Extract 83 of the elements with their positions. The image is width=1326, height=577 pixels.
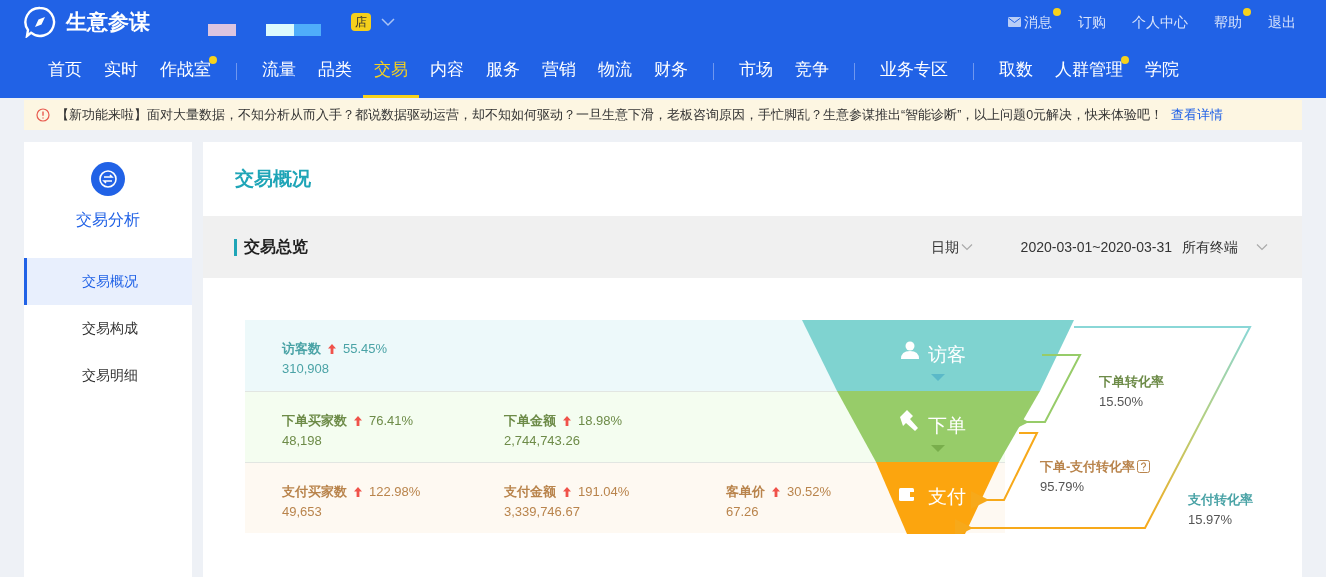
up-arrow-icon <box>772 486 780 497</box>
metric-change: 55.45% <box>343 340 388 358</box>
date-dropdown[interactable]: 日期 <box>930 236 973 258</box>
nav-tab[interactable]: 物流 <box>587 44 643 98</box>
metric-label: 客单价 <box>726 483 765 501</box>
sidebar-title: 交易分析 <box>76 210 140 230</box>
exchange-icon <box>91 162 125 196</box>
metric-change: 191.04% <box>578 483 630 501</box>
up-arrow-icon <box>354 415 362 426</box>
metric-label: 下单金额 <box>504 412 556 430</box>
nav-tab[interactable]: 财务 <box>643 44 699 98</box>
metric-label: 下单买家数 <box>282 412 347 430</box>
conversion-value: 15.50% <box>1099 392 1145 411</box>
conversion-label: 下单转化率 <box>1099 373 1164 391</box>
nav-tab[interactable]: 作战室 <box>149 44 222 98</box>
metric-value: 310,908 <box>282 359 330 378</box>
sidebar-item[interactable]: 交易明细 <box>24 352 192 399</box>
metric-label: 支付买家数 <box>282 483 347 501</box>
up-arrow-icon <box>354 486 362 497</box>
details-link[interactable]: 查看详情 <box>1171 105 1224 125</box>
top-link[interactable]: 消息 <box>1008 11 1052 33</box>
top-link[interactable]: 帮助 <box>1214 11 1242 33</box>
notice-text: 【新功能来啦】面对大量数据，不知分析从而入手？都说数据驱动运营，却不知如何驱动？一旦生意下滑，老板咨询原因，手忙脚乱？生意参谋推出“智能诊断”，以上问题0元解决，快来体验吧！ <box>56 106 1164 124</box>
metric-change: 122.98% <box>369 483 421 501</box>
date-range: 2020-03-01~2020-03-31 <box>1020 237 1172 257</box>
down-triangle-icon <box>931 445 945 452</box>
accent-bar <box>234 238 237 256</box>
compass-logo-icon <box>24 6 56 38</box>
help-icon[interactable] <box>1137 460 1151 474</box>
chevron-down-icon <box>960 243 973 251</box>
metric-label: 访客数 <box>282 340 321 358</box>
conversion-value: 15.97% <box>1188 510 1234 529</box>
nav-tab[interactable]: 品类 <box>307 44 363 98</box>
sidebar-item[interactable]: 交易构成 <box>24 305 192 352</box>
nav-tab[interactable]: 营销 <box>531 44 587 98</box>
alert-icon <box>36 108 50 122</box>
top-link[interactable]: 退出 <box>1268 11 1296 33</box>
conversion-label: 下单-支付转化率 <box>1040 458 1136 476</box>
redacted-shop-name <box>266 24 321 36</box>
nav-tab[interactable]: 人群管理 <box>1044 44 1134 98</box>
nav-tab[interactable]: 业务专区 <box>869 44 959 98</box>
metric-value: 2,744,743.26 <box>504 431 581 450</box>
nav-tab[interactable]: 市场 <box>728 44 784 98</box>
terminal-dropdown[interactable]: 所有终端 <box>1182 236 1268 258</box>
conversion-value: 95.79% <box>1040 477 1086 496</box>
hammer-icon <box>900 410 918 431</box>
up-arrow-icon <box>328 343 336 354</box>
nav-tab[interactable]: 内容 <box>419 44 475 98</box>
funnel-stage-label: 下单 <box>928 415 966 437</box>
chevron-down-icon <box>1256 243 1268 251</box>
top-link[interactable]: 订购 <box>1078 11 1106 33</box>
nav-tab[interactable]: 实时 <box>93 44 149 98</box>
up-arrow-icon <box>563 415 571 426</box>
app-title: 生意参谋 <box>66 9 150 36</box>
up-arrow-icon <box>563 486 571 497</box>
top-link[interactable]: 个人中心 <box>1132 11 1188 33</box>
nav-tab[interactable]: 取数 <box>988 44 1044 98</box>
nav-tab[interactable]: 流量 <box>251 44 307 98</box>
metric-change: 76.41% <box>369 412 414 430</box>
down-triangle-icon <box>931 374 945 381</box>
section-title: 交易总览 <box>244 237 308 257</box>
nav-tab[interactable]: 竞争 <box>784 44 840 98</box>
metric-value: 3,339,746.67 <box>504 502 581 521</box>
page-title: 交易概况 <box>234 166 312 191</box>
funnel-stage-label: 支付 <box>928 486 966 508</box>
nav-tab[interactable]: 学院 <box>1134 44 1190 98</box>
funnel-stage-label: 访客 <box>928 344 966 366</box>
chevron-down-icon[interactable] <box>381 17 395 27</box>
sidebar-item[interactable]: 交易概况 <box>24 258 192 305</box>
conversion-label: 支付转化率 <box>1188 491 1253 509</box>
metric-value: 49,653 <box>282 502 323 521</box>
nav-tab[interactable]: 首页 <box>37 44 93 98</box>
metric-change: 18.98% <box>578 412 623 430</box>
metric-label: 支付金额 <box>504 483 556 501</box>
metric-value: 48,198 <box>282 431 323 450</box>
mail-icon <box>1008 17 1021 27</box>
metric-value: 67.26 <box>726 502 760 521</box>
metric-change: 30.52% <box>787 483 832 501</box>
wallet-icon <box>899 488 915 501</box>
shop-badge: 店 <box>351 13 371 31</box>
nav-tab[interactable]: 服务 <box>475 44 531 98</box>
person-icon <box>901 341 919 359</box>
redacted-shop-name <box>208 24 236 36</box>
